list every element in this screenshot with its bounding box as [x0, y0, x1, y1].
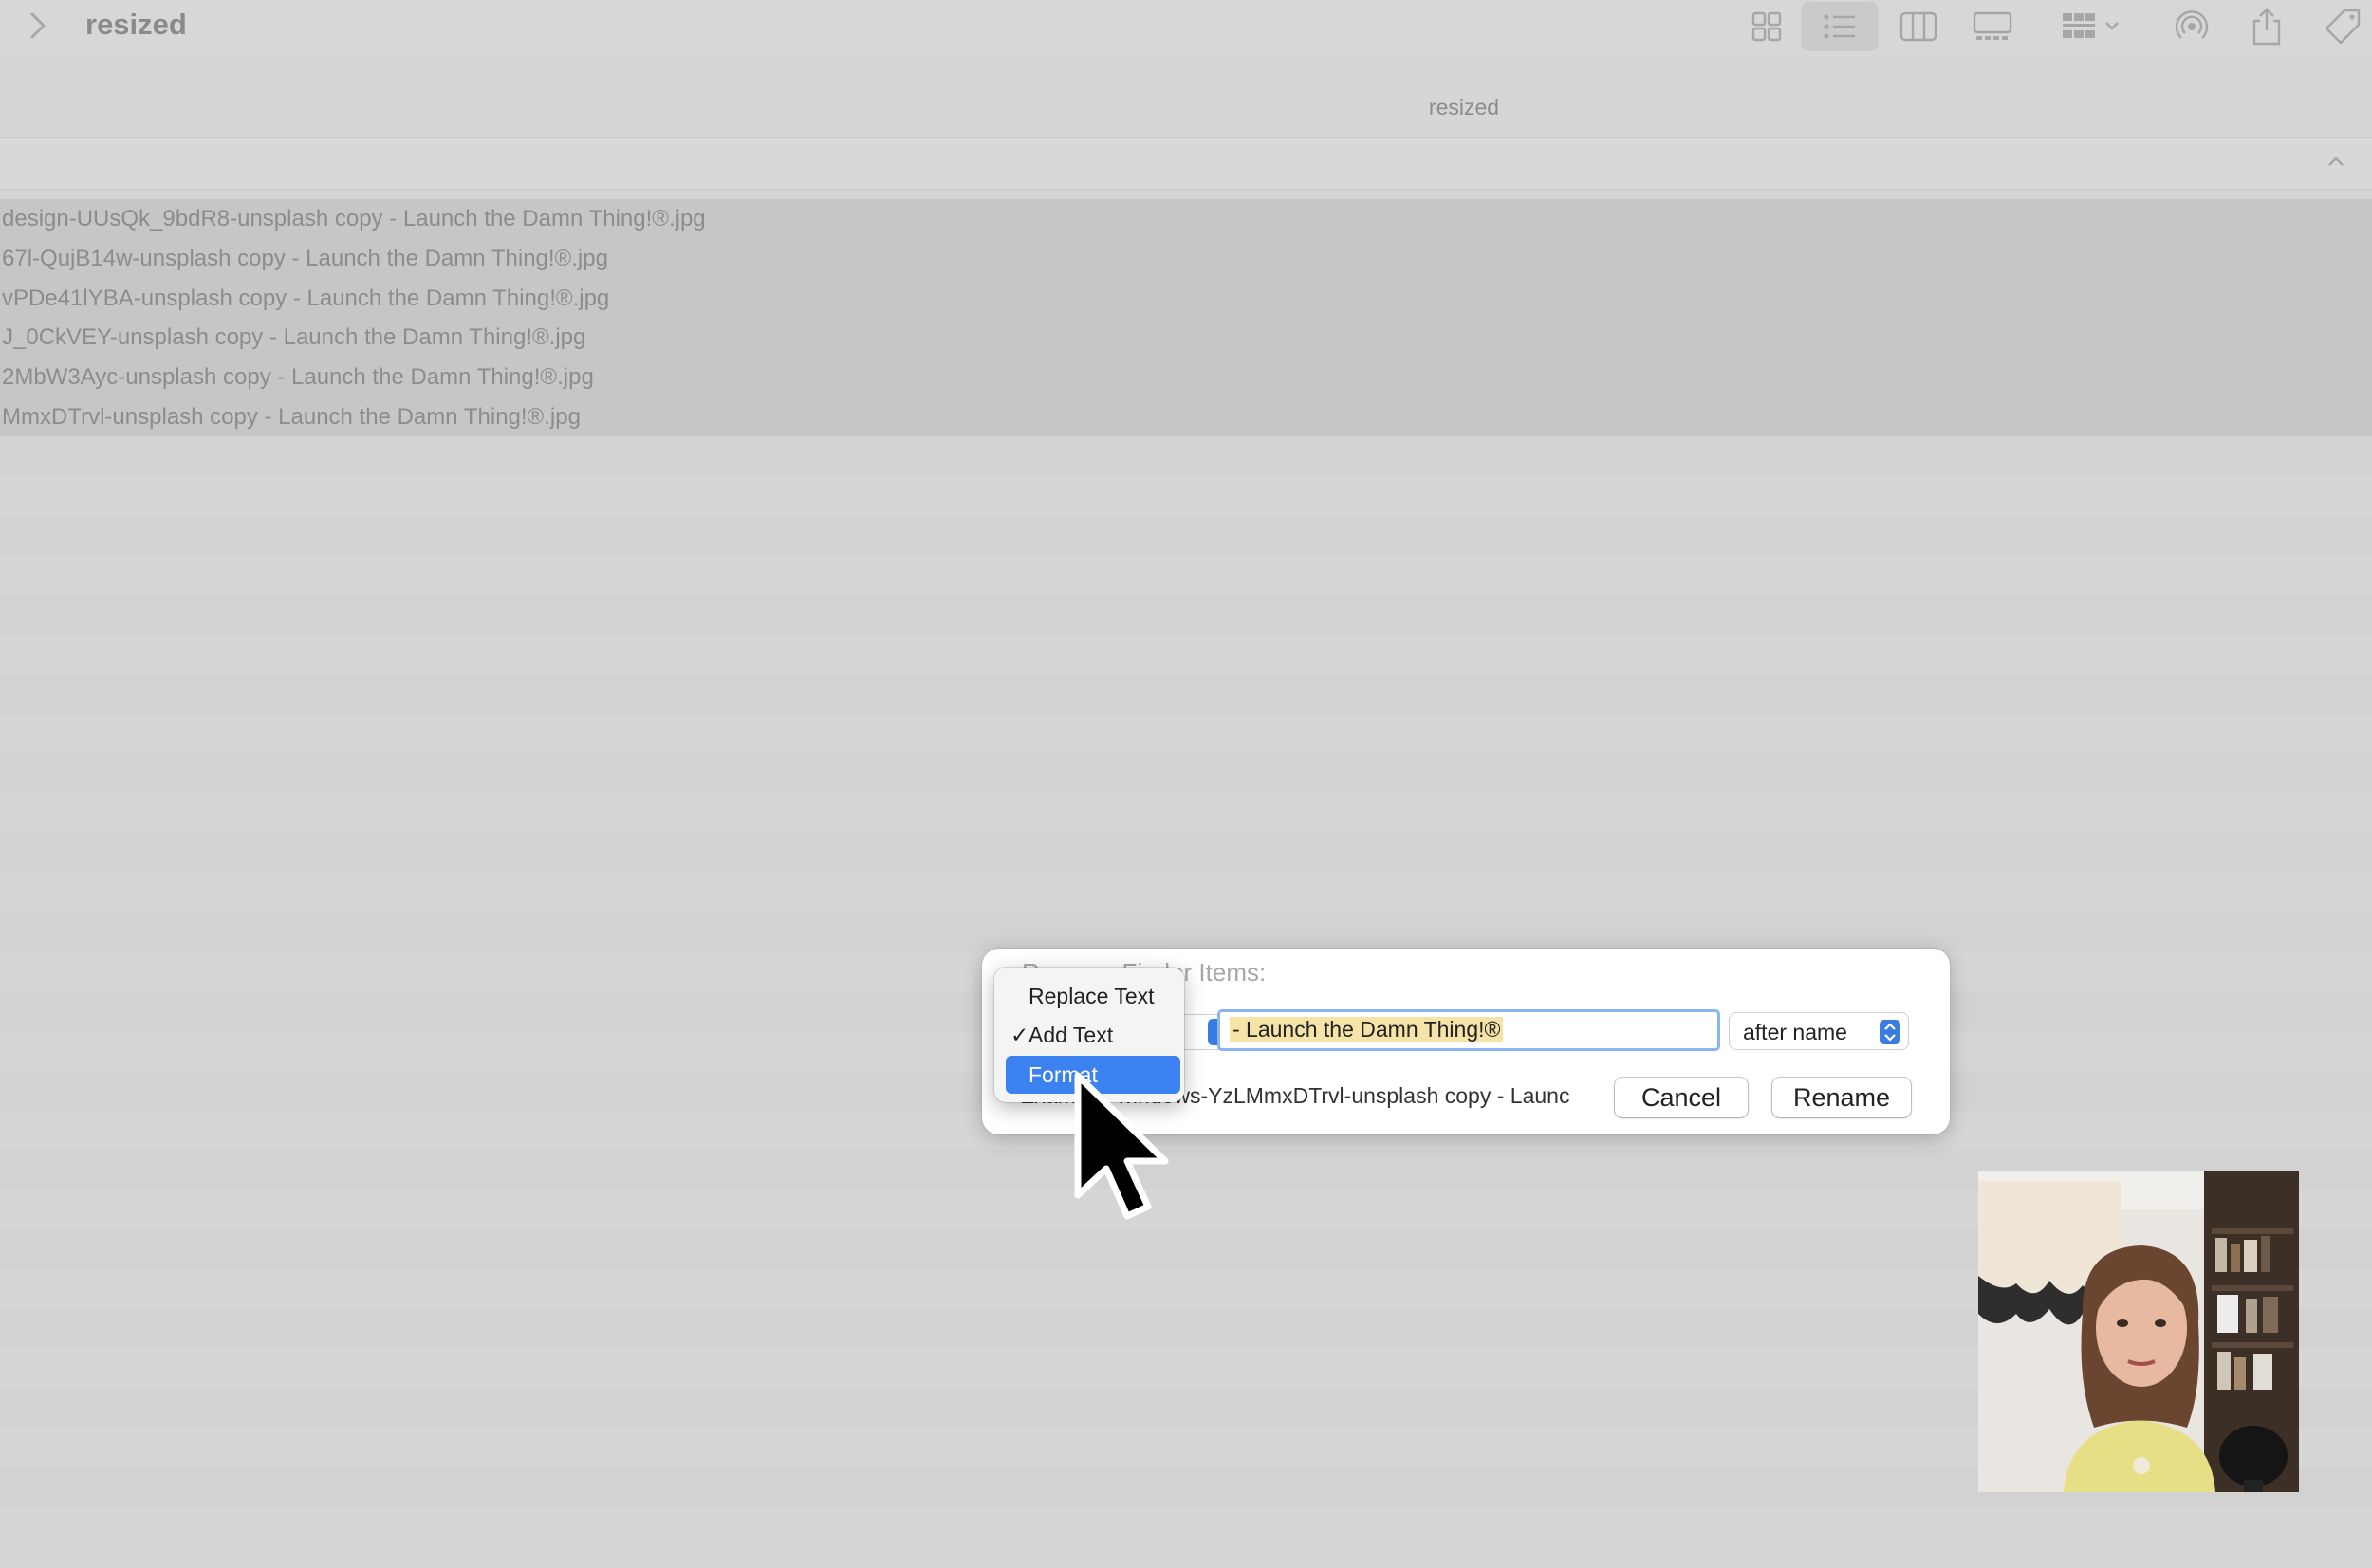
column-view-button[interactable]: [1898, 9, 1939, 44]
file-row[interactable]: vPDe41lYBA-unsplash copy - Launch the Da…: [0, 278, 2372, 319]
tag-icon: [2325, 9, 2361, 45]
column-header-row[interactable]: [0, 137, 2372, 190]
gallery-view-button[interactable]: [1972, 9, 2013, 44]
column-view-icon: [1899, 11, 1937, 42]
mouse-pointer-icon: [1074, 1072, 1169, 1220]
airdrop-icon: [2175, 10, 2209, 39]
file-row[interactable]: design-UUsQk_9bdR8-unsplash copy - Launc…: [0, 199, 2372, 239]
rename-button[interactable]: Rename: [1772, 1078, 1911, 1117]
icon-view-button[interactable]: [1748, 9, 1786, 44]
presenter-video-image: [1978, 1171, 2299, 1492]
add-text-value: - Launch the Damn Thing!®: [1230, 1017, 1504, 1042]
icon-view-icon: [1751, 11, 1782, 42]
toolbar: resized: [0, 0, 2372, 57]
menu-item-label: Replace Text: [1028, 984, 1155, 1008]
sort-chevron-up-icon[interactable]: [2326, 155, 2345, 168]
share-button[interactable]: [2249, 8, 2285, 46]
window-title: resized: [85, 8, 187, 41]
file-row[interactable]: 2MbW3Ayc-unsplash copy - Launch the Damn…: [0, 358, 2372, 397]
airdrop-button[interactable]: [2173, 9, 2211, 44]
add-text-input[interactable]: - Launch the Damn Thing!®: [1217, 1009, 1720, 1051]
folder-title: resized: [1428, 95, 1500, 120]
webcam-overlay: [1978, 1171, 2299, 1492]
file-row[interactable]: 67l-QujB14w-unsplash copy - Launch the D…: [0, 238, 2372, 279]
forward-chevron-icon[interactable]: [25, 9, 49, 42]
select-stepper-icon: [1880, 1020, 1900, 1044]
menu-item-replace-text[interactable]: Replace Text: [1006, 977, 1180, 1015]
list-view-button[interactable]: [1801, 2, 1879, 51]
text-position-select[interactable]: after name: [1730, 1013, 1908, 1049]
checkmark-icon: ✓: [1010, 1023, 1029, 1047]
file-row[interactable]: MmxDTrvl-unsplash copy - Launch the Damn…: [0, 397, 2372, 437]
group-button[interactable]: [2059, 9, 2125, 44]
text-position-value: after name: [1743, 1020, 1847, 1044]
file-list: design-UUsQk_9bdR8-unsplash copy - Launc…: [0, 199, 2372, 437]
menu-item-label: Add Text: [1028, 1023, 1114, 1047]
group-icon: [2063, 13, 2119, 38]
gallery-view-icon: [1973, 11, 2012, 40]
tag-button[interactable]: [2323, 9, 2363, 45]
file-row[interactable]: J_0CkVEY-unsplash copy - Launch the Damn…: [0, 318, 2372, 359]
share-icon: [2252, 8, 2281, 46]
cancel-button[interactable]: Cancel: [1615, 1078, 1748, 1117]
list-view-icon: [1824, 14, 1855, 39]
menu-item-add-text[interactable]: ✓ Add Text: [1006, 1016, 1180, 1054]
